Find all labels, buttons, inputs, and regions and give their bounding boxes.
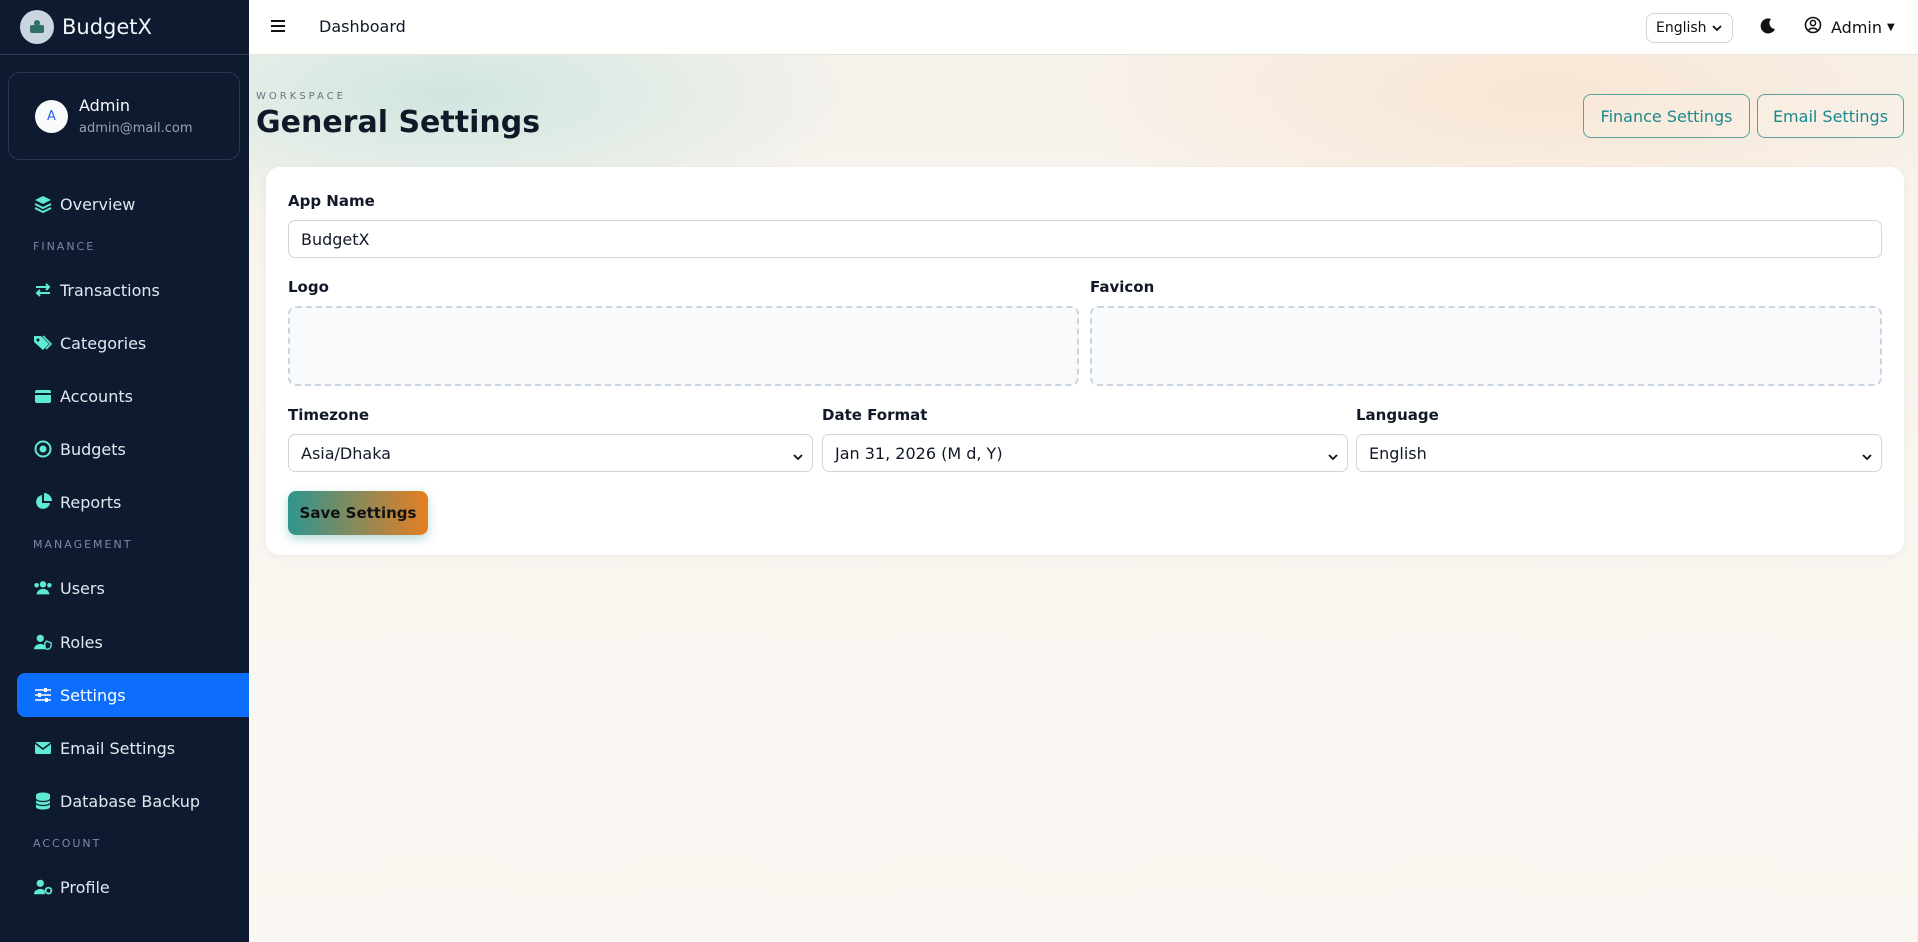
timezone-select[interactable]: Asia/Dhaka	[288, 434, 813, 472]
section-management: MANAGEMENT	[33, 538, 133, 551]
sidebar-item-label: Profile	[60, 877, 110, 897]
envelope-icon	[33, 738, 53, 758]
pie-chart-icon	[33, 492, 53, 512]
email-settings-button[interactable]: Email Settings	[1757, 94, 1904, 138]
sidebar-item-label: Roles	[60, 632, 103, 652]
sidebar-item-categories[interactable]: Categories	[17, 321, 249, 365]
favicon-label: Favicon	[1090, 278, 1155, 296]
app-name-input[interactable]: BudgetX	[288, 220, 1882, 258]
chevron-down-icon	[792, 448, 804, 467]
finance-settings-button[interactable]: Finance Settings	[1583, 94, 1750, 138]
moon-icon[interactable]	[1759, 17, 1779, 37]
date-format-value: Jan 31, 2026 (M d, Y)	[835, 443, 1003, 463]
user-gear-icon	[33, 877, 53, 897]
sidebar-item-database-backup[interactable]: Database Backup	[17, 779, 249, 823]
logo-icon	[30, 20, 44, 33]
tags-icon	[33, 333, 53, 353]
language-form-select[interactable]: English	[1356, 434, 1882, 472]
section-finance: FINANCE	[33, 240, 96, 253]
main-content: WORKSPACE General Settings Finance Setti…	[249, 55, 1918, 942]
user-shield-icon	[33, 632, 53, 652]
sidebar-item-label: Users	[60, 578, 105, 598]
date-format-select[interactable]: Jan 31, 2026 (M d, Y)	[822, 434, 1348, 472]
sidebar-item-roles[interactable]: Roles	[17, 620, 249, 664]
app-name-value: BudgetX	[301, 229, 370, 249]
sidebar-item-accounts[interactable]: Accounts	[17, 374, 249, 418]
chevron-down-icon	[1711, 22, 1723, 38]
sidebar-item-label: Email Settings	[60, 738, 176, 758]
chevron-down-icon	[1861, 448, 1873, 467]
sliders-icon	[33, 685, 53, 705]
language-select-value: English	[1656, 20, 1707, 36]
hamburger-icon[interactable]	[269, 17, 289, 37]
page-eyebrow: WORKSPACE	[256, 91, 346, 102]
logo-dropzone[interactable]	[288, 306, 1079, 386]
chevron-down-icon	[1327, 448, 1339, 467]
sidebar-item-users[interactable]: Users	[17, 566, 249, 610]
top-bar: Dashboard English Admin ▼	[249, 0, 1918, 55]
sidebar-item-label: Accounts	[60, 386, 133, 406]
brand-name: BudgetX	[62, 15, 152, 39]
timezone-label: Timezone	[288, 406, 370, 424]
date-format-label: Date Format	[822, 406, 928, 424]
app-name-label: App Name	[288, 192, 375, 210]
sidebar-item-email-settings[interactable]: Email Settings	[17, 726, 249, 770]
user-name: Admin	[79, 96, 130, 115]
user-card[interactable]: A Admin admin@mail.com	[8, 72, 240, 160]
sidebar-item-label: Budgets	[60, 439, 126, 459]
language-label: Language	[1356, 406, 1439, 424]
admin-menu-label: Admin	[1831, 17, 1882, 37]
layers-icon	[33, 194, 53, 214]
sidebar-item-overview[interactable]: Overview	[17, 182, 249, 226]
sidebar-item-transactions[interactable]: Transactions	[17, 268, 249, 312]
sidebar-item-label: Transactions	[60, 280, 160, 300]
brand-logo	[20, 10, 54, 44]
language-form-value: English	[1369, 443, 1427, 463]
avatar: A	[35, 99, 68, 133]
settings-card: App Name BudgetX Logo Favicon Timezone A…	[266, 167, 1904, 555]
brand[interactable]: BudgetX	[0, 0, 249, 55]
sidebar-item-label: Reports	[60, 492, 122, 512]
sidebar-item-budgets[interactable]: Budgets	[17, 427, 249, 471]
target-icon	[33, 439, 53, 459]
sidebar-item-settings[interactable]: Settings	[17, 673, 249, 717]
section-account: ACCOUNT	[33, 837, 102, 850]
sidebar-item-label: Overview	[60, 194, 136, 214]
sidebar-item-label: Settings	[60, 685, 126, 705]
sidebar-item-reports[interactable]: Reports	[17, 480, 249, 524]
database-icon	[33, 791, 53, 811]
sidebar-item-profile[interactable]: Profile	[17, 865, 249, 909]
timezone-value: Asia/Dhaka	[301, 443, 391, 463]
user-email: admin@mail.com	[79, 121, 193, 136]
sidebar: BudgetX A Admin admin@mail.com Overview …	[0, 0, 249, 942]
wallet-icon	[33, 386, 53, 406]
language-select[interactable]: English	[1646, 13, 1733, 43]
arrows-exchange-icon	[33, 280, 53, 300]
sidebar-item-label: Categories	[60, 333, 147, 353]
user-circle-icon	[1804, 16, 1822, 38]
page-title: General Settings	[256, 105, 541, 140]
breadcrumb-dashboard[interactable]: Dashboard	[319, 17, 406, 36]
logo-label: Logo	[288, 278, 329, 296]
admin-menu[interactable]: Admin ▼	[1804, 16, 1895, 38]
caret-down-icon: ▼	[1887, 21, 1895, 33]
save-settings-button[interactable]: Save Settings	[288, 491, 428, 535]
favicon-dropzone[interactable]	[1090, 306, 1882, 386]
sidebar-item-label: Database Backup	[60, 791, 201, 811]
users-icon	[33, 578, 53, 598]
